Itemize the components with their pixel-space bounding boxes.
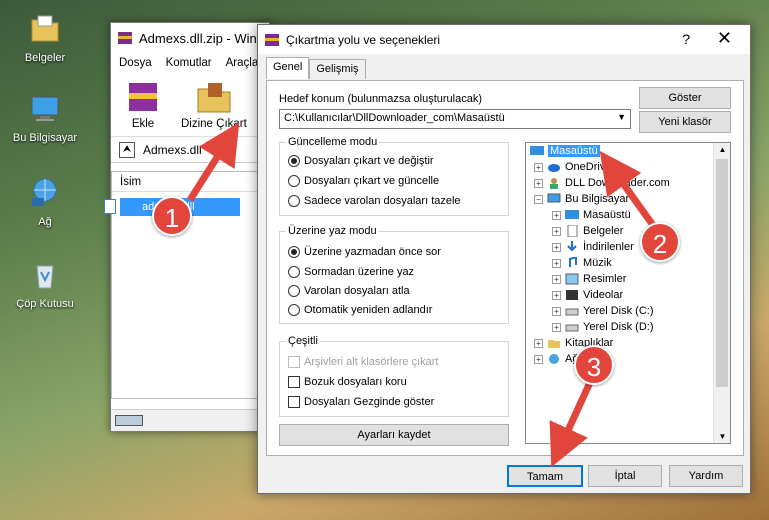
- arrow-1: [187, 122, 240, 202]
- callout-3: 3: [574, 345, 614, 385]
- arrow-3: [549, 376, 596, 468]
- arrow-2: [599, 150, 658, 231]
- callout-2: 2: [640, 222, 680, 262]
- callout-1: 1: [152, 196, 192, 236]
